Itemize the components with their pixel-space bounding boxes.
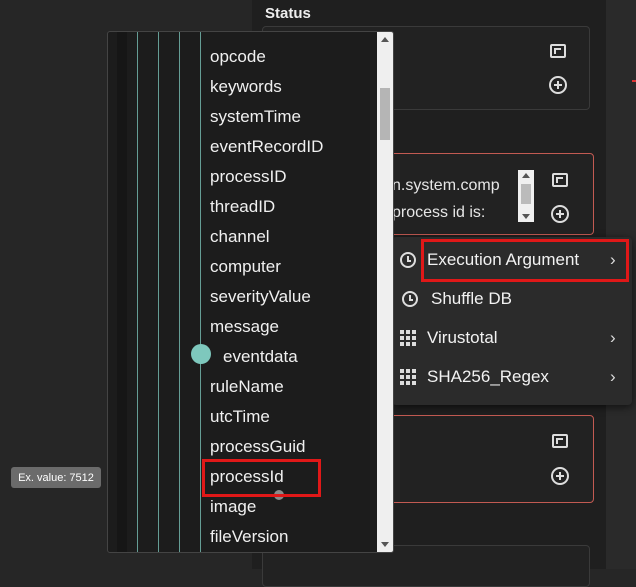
highlight-box-process-id [202,459,321,497]
dropdown-item[interactable]: fileVersion [210,527,288,547]
dropdown-item[interactable]: processID [210,167,287,187]
dropdown-scrollbar[interactable] [377,32,393,552]
tree-guide-line [158,32,159,552]
clock-icon [400,289,420,309]
edge-marker [632,80,636,82]
expand-icon[interactable] [547,40,569,62]
scroll-down-arrow-icon[interactable] [522,214,530,219]
argument-text-line-2[interactable]: process id is: [392,204,485,222]
argument-scrollbar[interactable] [518,170,534,222]
example-value-tooltip: Ex. value: 7512 [11,467,101,488]
scroll-thumb[interactable] [380,88,390,140]
add-circle-icon[interactable] [547,74,569,96]
dropdown-gutter [117,32,127,552]
menu-item-shuffle-db[interactable]: Shuffle DB [392,280,632,318]
expand-icon[interactable] [549,169,571,191]
scroll-up-arrow-icon[interactable] [522,173,530,178]
clock-icon [398,250,418,270]
scroll-down-arrow-icon[interactable] [381,542,389,547]
tree-guide-line [137,32,138,552]
scroll-up-arrow-icon[interactable] [381,37,389,42]
status-title: Status [265,5,311,22]
chevron-right-icon: › [610,328,616,347]
dropdown-item[interactable]: processGuid [210,437,305,457]
menu-item-sha256-regex[interactable]: SHA256_Regex › [392,358,632,396]
dropdown-item[interactable]: message [210,317,279,337]
dropdown-item[interactable]: opcode [210,47,266,67]
dropdown-item[interactable]: ruleName [210,377,284,397]
dropdown-item[interactable]: keywords [210,77,282,97]
tree-node-marker [191,344,211,364]
dropdown-item[interactable]: threadID [210,197,275,217]
tree-guide-line [179,32,180,552]
dropdown-item[interactable]: image [210,497,256,517]
dropdown-item[interactable]: severityValue [210,287,311,307]
highlight-box-execution-argument [421,239,629,282]
chevron-right-icon: › [610,367,616,386]
dropdown-item[interactable]: eventRecordID [210,137,323,157]
dropdown-item[interactable]: computer [210,257,281,277]
grid-icon [398,328,418,348]
dropdown-item[interactable]: channel [210,227,270,247]
argument-text-line-1[interactable]: n.system.comp [392,177,500,195]
dropdown-item[interactable]: systemTime [210,107,301,127]
grid-icon [398,367,418,387]
menu-item-label: Virustotal [427,328,498,347]
dropdown-item-group[interactable]: eventdata [223,347,298,367]
add-circle-icon[interactable] [549,203,571,225]
menu-item-virustotal[interactable]: Virustotal › [392,319,632,357]
add-circle-icon[interactable] [549,465,571,487]
dropdown-item[interactable]: utcTime [210,407,270,427]
scroll-thumb[interactable] [521,184,531,204]
menu-item-label: SHA256_Regex [427,367,549,386]
menu-item-label: Shuffle DB [431,289,512,308]
expand-icon[interactable] [549,430,571,452]
tree-guide-line [200,32,201,552]
